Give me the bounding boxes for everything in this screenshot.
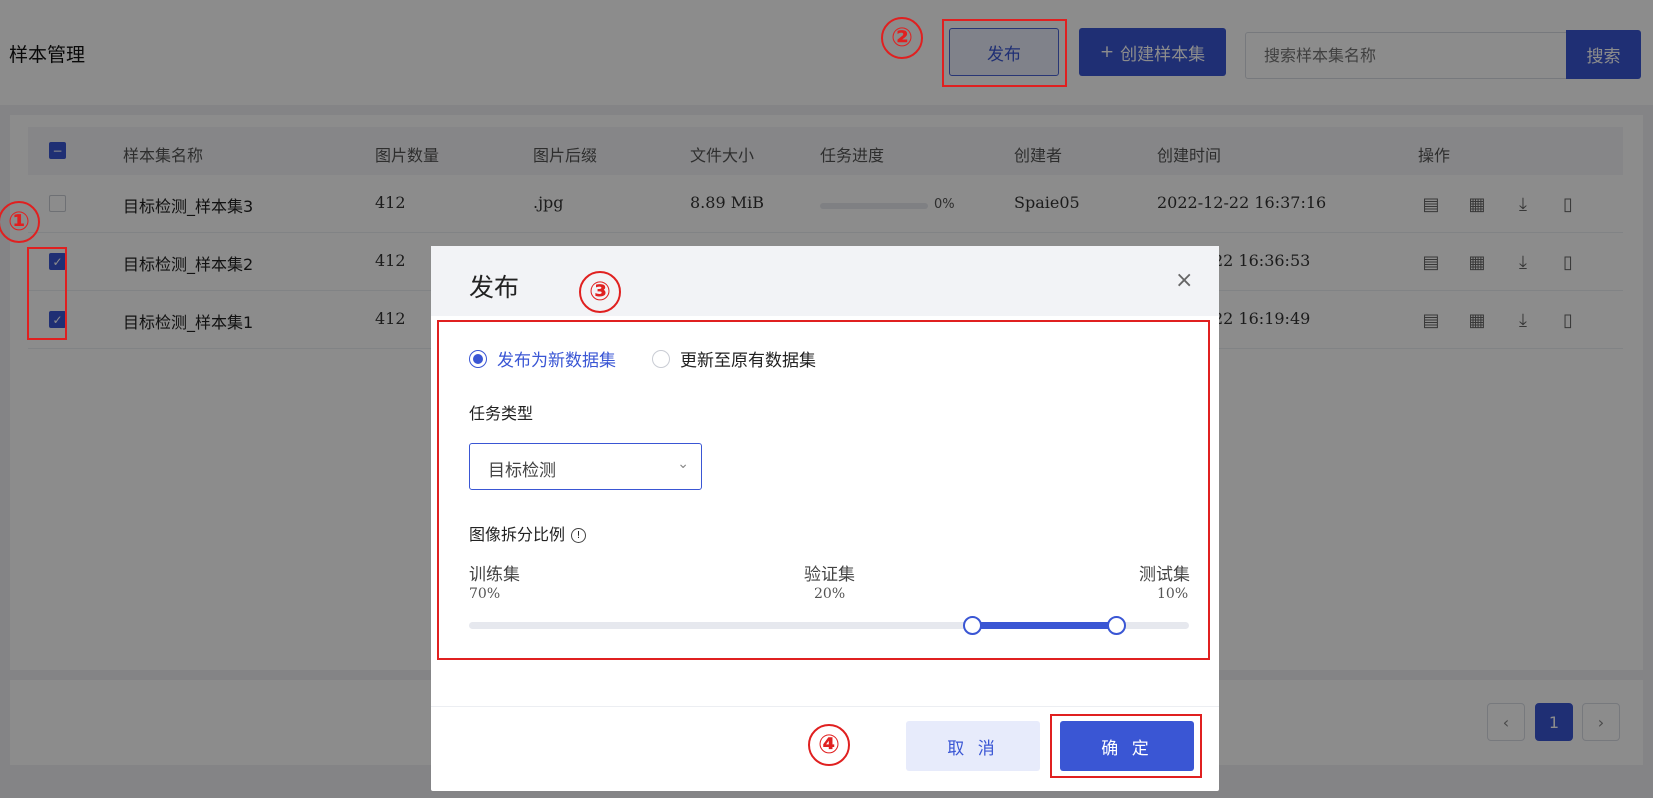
annotation-box-checkboxes [27,247,67,340]
dialog-title: 发布 [469,273,520,302]
close-icon[interactable]: × [1175,268,1193,293]
page: 样本管理 发布 + 创建样本集 搜索 − 样本集名称 图片数量 图片后缀 文件大… [0,0,1653,798]
annotation-box-confirm [1050,714,1202,778]
annotation-box-settings [437,320,1210,660]
cancel-button[interactable]: 取 消 [906,721,1040,771]
annotation-number-1: ① [0,201,40,243]
dialog-header: 发布 × [431,246,1219,316]
annotation-number-4: ④ [808,724,850,766]
annotation-number-3: ③ [579,271,621,313]
annotation-box-publish [942,19,1067,87]
annotation-number-2: ② [881,17,923,59]
